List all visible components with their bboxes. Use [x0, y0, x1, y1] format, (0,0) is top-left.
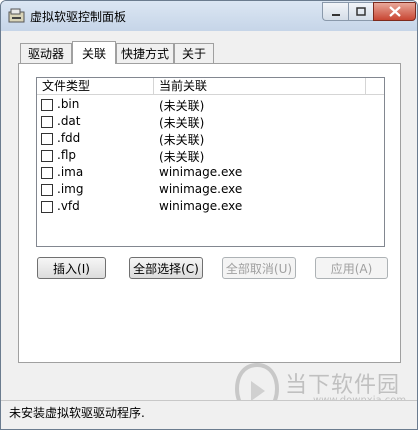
deselect-all-button[interactable]: 全部取消(U) [222, 257, 296, 279]
select-all-button[interactable]: 全部选择(C) [129, 257, 203, 279]
tab-drives[interactable]: 驱动器 [20, 43, 72, 63]
list-item[interactable]: .fdd (未关联) [37, 130, 384, 147]
maximize-button[interactable] [348, 2, 373, 21]
row-checkbox[interactable] [41, 99, 53, 111]
file-extension: .dat [57, 114, 81, 128]
list-item[interactable]: .dat (未关联) [37, 113, 384, 130]
tab-associations[interactable]: 关联 [72, 41, 116, 64]
floppy-drive-icon [8, 8, 25, 23]
list-header: 文件类型 当前关联 [37, 78, 384, 95]
tab-about[interactable]: 关于 [174, 43, 214, 63]
window-title: 虚拟软驱控制面板 [30, 10, 127, 24]
row-checkbox[interactable] [41, 116, 53, 128]
tab-shortcuts[interactable]: 快捷方式 [116, 43, 174, 63]
list-item[interactable]: .flp (未关联) [37, 147, 384, 164]
associations-panel: 文件类型 当前关联 .bin (未关联) .dat (未关联) .fdd (未关 [18, 63, 401, 363]
column-file-type[interactable]: 文件类型 [37, 78, 154, 95]
column-current-association[interactable]: 当前关联 [154, 78, 366, 95]
list-item[interactable]: .vfd winimage.exe [37, 198, 384, 215]
current-association: (未关联) [159, 150, 205, 164]
row-checkbox[interactable] [41, 201, 53, 213]
file-extension: .vfd [57, 199, 80, 213]
title-bar[interactable]: 虚拟软驱控制面板 [1, 1, 417, 31]
list-item[interactable]: .bin (未关联) [37, 96, 384, 113]
maximize-icon [356, 6, 366, 16]
current-association: winimage.exe [159, 182, 243, 196]
file-extension: .img [57, 182, 84, 196]
insert-button[interactable]: 插入(I) [37, 257, 106, 279]
file-extension: .bin [57, 97, 80, 111]
row-checkbox[interactable] [41, 133, 53, 145]
file-extension: .ima [57, 165, 84, 179]
close-icon [388, 6, 401, 17]
row-checkbox[interactable] [41, 167, 53, 179]
file-extension: .flp [57, 148, 76, 162]
main-window: 虚拟软驱控制面板 驱动器 关联 快捷方式 关于 文件类型 当前关联 .bin (… [0, 0, 418, 430]
file-extension: .fdd [57, 131, 81, 145]
list-item[interactable]: .ima winimage.exe [37, 164, 384, 181]
apply-button[interactable]: 应用(A) [315, 257, 388, 279]
current-association: winimage.exe [159, 165, 243, 179]
minimize-icon [331, 13, 340, 16]
current-association: (未关联) [159, 99, 205, 113]
close-button[interactable] [373, 2, 416, 21]
file-type-list[interactable]: 文件类型 当前关联 .bin (未关联) .dat (未关联) .fdd (未关 [36, 77, 385, 247]
current-association: winimage.exe [159, 199, 243, 213]
row-checkbox[interactable] [41, 150, 53, 162]
status-text: 未安装虚拟软驱驱动程序. [9, 406, 145, 420]
status-bar: 未安装虚拟软驱驱动程序. [1, 400, 417, 429]
row-checkbox[interactable] [41, 184, 53, 196]
minimize-button[interactable] [322, 2, 348, 21]
current-association: (未关联) [159, 116, 205, 130]
current-association: (未关联) [159, 133, 205, 147]
list-item[interactable]: .img winimage.exe [37, 181, 384, 198]
